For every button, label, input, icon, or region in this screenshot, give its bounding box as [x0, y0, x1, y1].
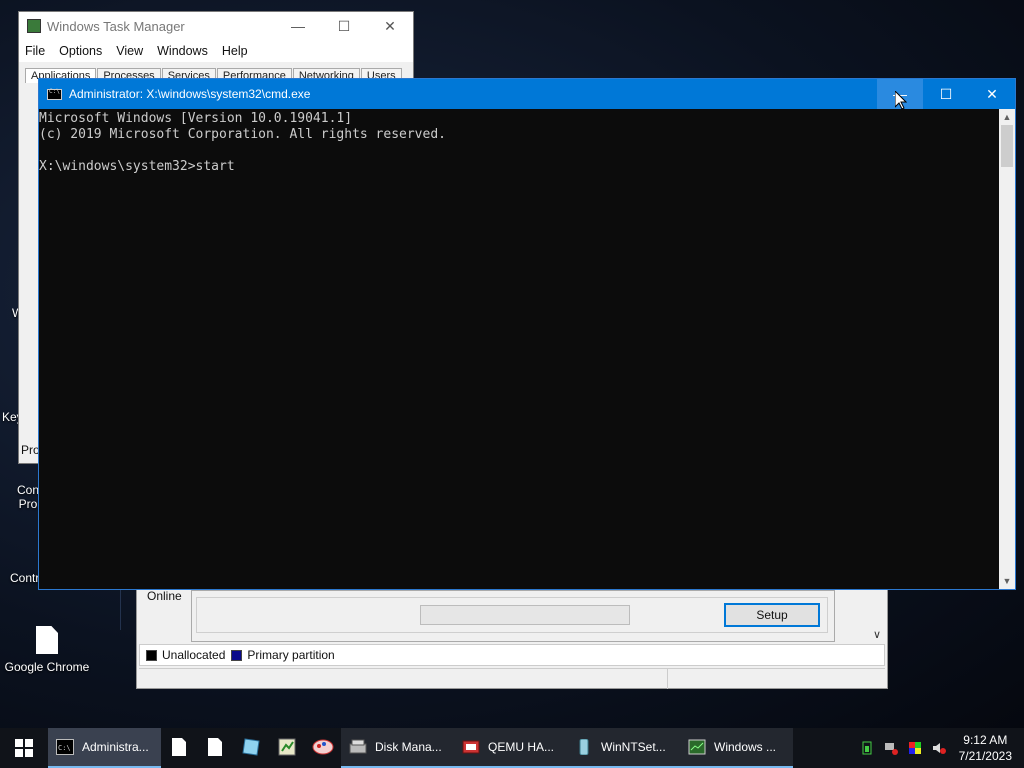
setup-button[interactable]: Setup — [724, 603, 820, 627]
taskbar-button-label: Administra... — [82, 740, 149, 754]
setup-dialog: Setup — [191, 590, 835, 642]
legend-swatch-unallocated — [146, 649, 157, 661]
desktop-icon-label: Google Chrome — [4, 660, 90, 674]
desktop-icon-google-chrome[interactable]: Google Chrome — [4, 626, 90, 674]
volume-muted-icon[interactable] — [932, 741, 946, 755]
setup-icon — [579, 739, 589, 755]
task-manager-titlebar[interactable]: Windows Task Manager — ☐ ✕ — [19, 12, 413, 40]
mouse-cursor-icon — [895, 91, 907, 110]
qemu-icon — [462, 740, 480, 754]
scroll-down-arrow-icon[interactable]: ▼ — [999, 573, 1015, 589]
disk-management-window[interactable]: Online Setup ∨ Unallocated Primary parti… — [136, 585, 888, 689]
minimize-button[interactable]: — — [275, 18, 321, 35]
network-disconnected-icon[interactable] — [884, 741, 898, 755]
scroll-up-arrow-icon[interactable]: ▲ — [999, 109, 1015, 125]
menu-options[interactable]: Options — [59, 44, 102, 58]
desktop-partial-label-control[interactable]: Contr — [10, 571, 39, 585]
chevron-down-icon[interactable]: ∨ — [873, 628, 881, 641]
task-manager-menubar: File Options View Windows Help — [19, 40, 413, 62]
console-prompt-line: X:\windows\system32>start — [39, 159, 235, 174]
taskbar-clock[interactable]: 9:12 AM 7/21/2023 — [951, 732, 1024, 764]
disk-management-statusbar — [139, 668, 885, 689]
task-manager-icon — [27, 19, 41, 33]
task-manager-icon — [688, 739, 706, 755]
cmd-title: Administrator: X:\windows\system32\cmd.e… — [69, 87, 311, 101]
file-icon — [36, 626, 58, 654]
system-tray: 9:12 AM 7/21/2023 — [855, 728, 1024, 768]
taskbar-button-regedit[interactable] — [269, 728, 305, 768]
windows-logo-icon — [15, 739, 33, 757]
svg-text:C:\: C:\ — [58, 744, 71, 752]
setup-progress-bar — [420, 605, 630, 625]
taskbar-button-file-2[interactable] — [197, 728, 233, 768]
file-icon — [172, 738, 186, 756]
cmd-scrollbar[interactable]: ▲ ▼ — [999, 109, 1015, 589]
clock-date: 7/21/2023 — [958, 749, 1012, 763]
console-line: Microsoft Windows [Version 10.0.19041.1] — [39, 111, 353, 126]
cmd-icon — [47, 88, 62, 100]
taskbar-button-qemu[interactable]: QEMU HA... — [454, 728, 567, 768]
battery-icon[interactable] — [860, 741, 874, 755]
task-manager-title: Windows Task Manager — [47, 18, 185, 34]
console-line: (c) 2019 Microsoft Corporation. All righ… — [39, 127, 446, 142]
legend-label-unallocated: Unallocated — [162, 648, 226, 662]
cmd-titlebar[interactable]: Administrator: X:\windows\system32\cmd.e… — [39, 79, 1015, 109]
taskbar-button-label: Windows ... — [714, 740, 777, 754]
menu-file[interactable]: File — [25, 44, 45, 58]
notepad-icon — [242, 738, 260, 756]
regedit-icon — [278, 738, 296, 756]
file-icon — [208, 738, 222, 756]
desktop-partial-label-control-panel[interactable]: Con Pro — [17, 483, 39, 511]
close-button[interactable]: ✕ — [367, 18, 413, 35]
maximize-button[interactable]: ☐ — [321, 18, 367, 35]
clock-time: 9:12 AM — [963, 733, 1008, 747]
taskbar-button-label: Disk Mana... — [375, 740, 442, 754]
taskbar-button-task-manager[interactable]: Windows ... — [680, 728, 793, 768]
taskbar-button-label: WinNTSet... — [601, 740, 666, 754]
scrollbar-thumb[interactable] — [1001, 125, 1013, 167]
disk-legend: Unallocated Primary partition — [139, 644, 885, 666]
taskbar-button-notepad[interactable] — [233, 728, 269, 768]
taskbar: C:\ Administra... Disk Mana... QEMU HA..… — [0, 728, 1024, 768]
menu-help[interactable]: Help — [222, 44, 248, 58]
maximize-button[interactable]: ☐ — [923, 79, 969, 109]
paint-icon — [312, 739, 334, 755]
menu-windows[interactable]: Windows — [157, 44, 208, 58]
taskbar-button-paint[interactable] — [305, 728, 341, 768]
legend-label-primary: Primary partition — [247, 648, 335, 662]
cmd-icon: C:\ — [56, 739, 74, 755]
disk-status-online: Online — [147, 589, 182, 603]
taskbar-button-disk-management[interactable]: Disk Mana... — [341, 728, 454, 768]
cmd-window[interactable]: Administrator: X:\windows\system32\cmd.e… — [38, 78, 1016, 590]
legend-swatch-primary — [231, 649, 243, 661]
taskbar-button-file-1[interactable] — [161, 728, 197, 768]
taskbar-button-cmd[interactable]: C:\ Administra... — [48, 728, 161, 768]
display-color-icon[interactable] — [908, 741, 922, 755]
cmd-console-output[interactable]: Microsoft Windows [Version 10.0.19041.1]… — [39, 109, 999, 589]
menu-view[interactable]: View — [116, 44, 143, 58]
start-button[interactable] — [0, 728, 48, 768]
close-button[interactable]: ✕ — [969, 79, 1015, 109]
disk-management-icon — [349, 739, 367, 754]
taskbar-button-label: QEMU HA... — [488, 740, 555, 754]
taskbar-button-winntsetup[interactable]: WinNTSet... — [567, 728, 680, 768]
task-manager-processes-label: Pro — [21, 443, 40, 457]
